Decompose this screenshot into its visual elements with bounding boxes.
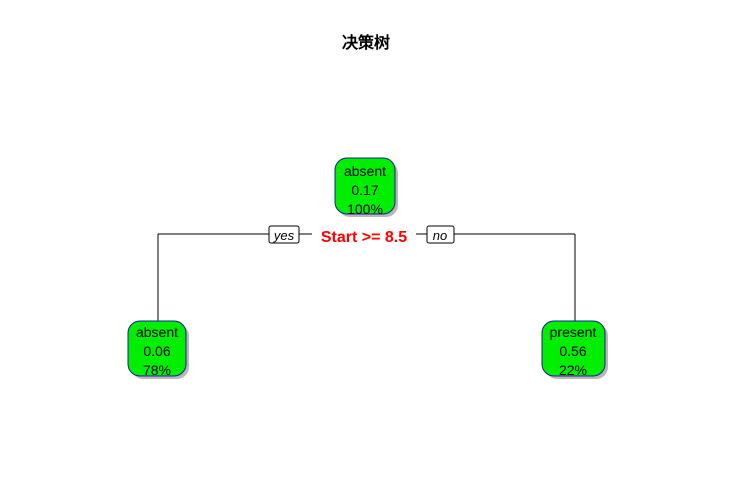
node-right-prob: 0.56 bbox=[559, 343, 586, 359]
branch-yes: yes bbox=[268, 225, 300, 244]
node-left-class: absent bbox=[136, 324, 178, 340]
node-root: absent 0.17 100% bbox=[334, 157, 398, 217]
branch-yes-label: yes bbox=[273, 228, 295, 243]
node-root-class: absent bbox=[344, 163, 386, 179]
split-condition: Start >= 8.5 bbox=[321, 229, 407, 246]
node-left-pct: 78% bbox=[143, 362, 171, 378]
node-root-pct: 100% bbox=[347, 201, 383, 217]
chart-title: 决策树 bbox=[342, 33, 390, 52]
tree-edges bbox=[157, 233, 576, 322]
decision-tree-diagram: 决策树 absent 0.17 100% yes Start >= 8.5 no… bbox=[127, 33, 608, 379]
node-left-leaf: absent 0.06 78% bbox=[127, 320, 189, 379]
node-root-prob: 0.17 bbox=[351, 182, 378, 198]
node-right-pct: 22% bbox=[559, 362, 587, 378]
node-right-leaf: present 0.56 22% bbox=[541, 320, 608, 379]
node-left-prob: 0.06 bbox=[143, 343, 170, 359]
node-right-class: present bbox=[550, 324, 597, 340]
branch-no: no bbox=[426, 225, 455, 244]
branch-no-label: no bbox=[433, 228, 447, 243]
